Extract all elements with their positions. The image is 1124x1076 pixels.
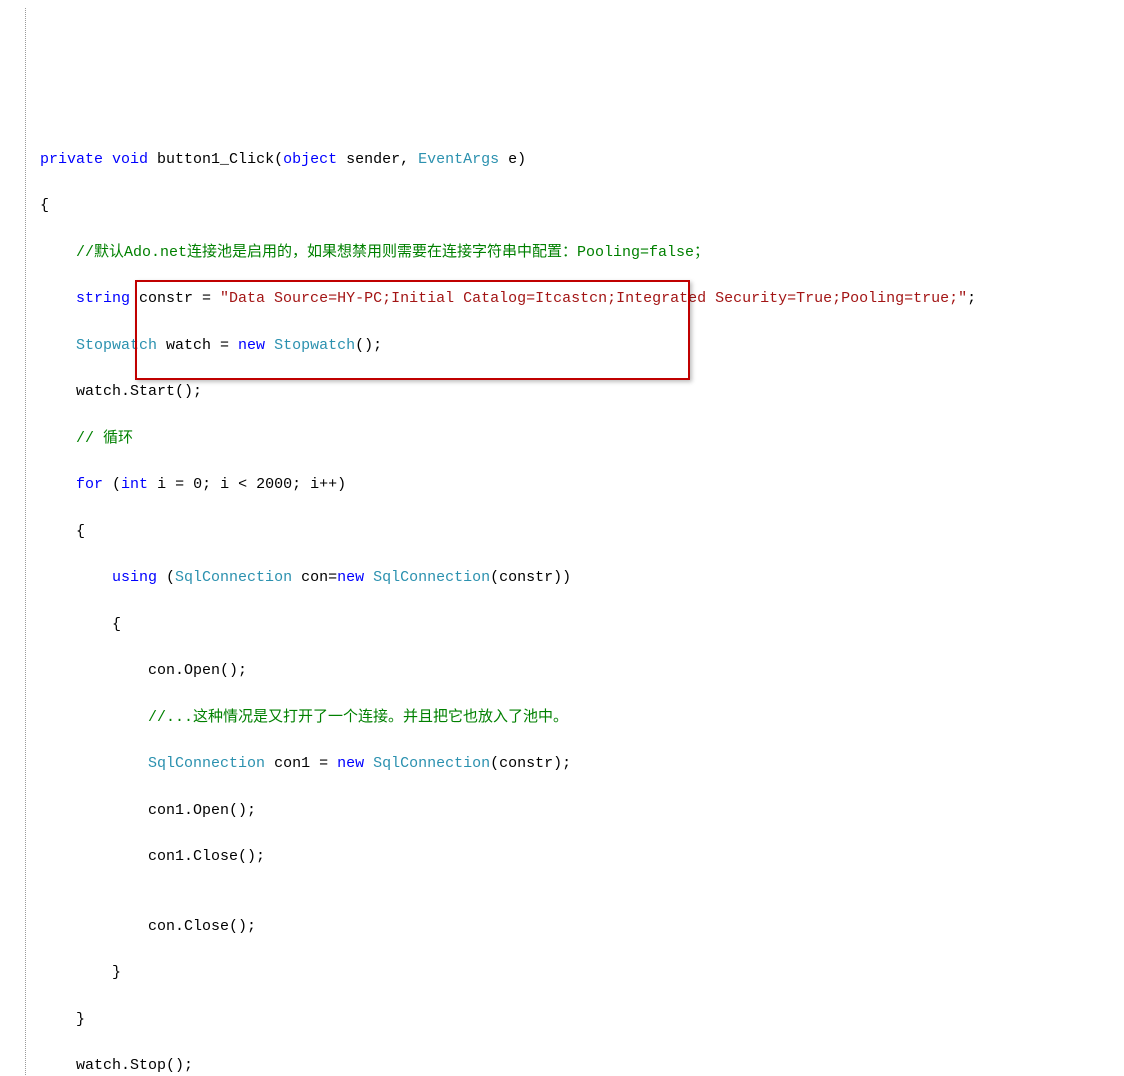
code-line: Stopwatch watch = new Stopwatch(); (40, 334, 1124, 357)
type-sqlconnection: SqlConnection (373, 569, 490, 586)
keyword-string: string (76, 290, 130, 307)
code-line: string constr = "Data Source=HY-PC;Initi… (40, 287, 1124, 310)
code-line: using (SqlConnection con=new SqlConnecti… (40, 566, 1124, 589)
code-line: { (40, 520, 1124, 543)
keyword-object: object (283, 151, 337, 168)
code-line: SqlConnection con1 = new SqlConnection(c… (40, 752, 1124, 775)
code-line: { (40, 613, 1124, 636)
type-stopwatch: Stopwatch (76, 337, 157, 354)
code-line: { (40, 194, 1124, 217)
code-line: watch.Start(); (40, 380, 1124, 403)
keyword-new: new (238, 337, 265, 354)
code-line: con1.Open(); (40, 799, 1124, 822)
comment-line: // 循环 (40, 427, 1124, 450)
code-line: for (int i = 0; i < 2000; i++) (40, 473, 1124, 496)
string-literal: "Data Source=HY-PC;Initial Catalog=Itcas… (220, 290, 967, 307)
code-line: } (40, 1008, 1124, 1031)
type-sqlconnection: SqlConnection (373, 755, 490, 772)
keyword-new: new (337, 569, 364, 586)
keyword-for: for (76, 476, 103, 493)
keyword-void: void (112, 151, 148, 168)
type-eventargs: EventArgs (418, 151, 499, 168)
keyword-using: using (112, 569, 157, 586)
code-outline-guide (25, 8, 26, 1076)
keyword-private: private (40, 151, 103, 168)
keyword-new: new (337, 755, 364, 772)
code-line: con.Close(); (40, 915, 1124, 938)
code-line: watch.Stop(); (40, 1054, 1124, 1076)
type-sqlconnection: SqlConnection (175, 569, 292, 586)
type-sqlconnection: SqlConnection (148, 755, 265, 772)
code-line: con1.Close(); (40, 845, 1124, 868)
comment-line: //默认Ado.net连接池是启用的，如果想禁用则需要在连接字符串中配置：Poo… (40, 241, 1124, 264)
code-line: con.Open(); (40, 659, 1124, 682)
code-line: } (40, 961, 1124, 984)
keyword-int: int (121, 476, 148, 493)
code-line: private void button1_Click(object sender… (40, 148, 1124, 171)
comment-line: //...这种情况是又打开了一个连接。并且把它也放入了池中。 (40, 706, 1124, 729)
type-stopwatch: Stopwatch (274, 337, 355, 354)
